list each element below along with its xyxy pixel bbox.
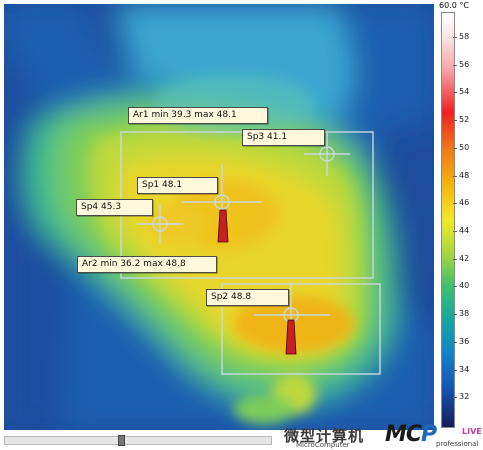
scale-tick: 52 <box>452 115 470 124</box>
watermark-professional: professional <box>436 440 479 448</box>
watermark-logo-b: P <box>421 422 437 447</box>
scale-tick: 58 <box>452 32 470 41</box>
scrollbar-thumb[interactable] <box>118 435 125 446</box>
scale-tick: 36 <box>452 337 470 346</box>
scale-tick: 46 <box>452 198 470 207</box>
watermark-english-title: MicroComputer <box>296 441 350 449</box>
scale-tick: 48 <box>452 171 470 180</box>
watermark-logo: MCP <box>385 422 437 447</box>
color-scale-bar <box>441 12 455 428</box>
spot-label-sp3[interactable]: Sp3 41.1 <box>242 129 325 146</box>
scale-tick: 50 <box>452 143 470 152</box>
thermal-heatmap <box>4 4 434 430</box>
hotspot-pointer-sp1 <box>217 209 229 243</box>
scale-max-label: 60.0 °C <box>439 1 469 10</box>
scale-tick: 34 <box>452 365 470 374</box>
publisher-watermark: 微型计算机 MicroComputer MCP professional LIV… <box>284 422 482 449</box>
scale-tick: 44 <box>452 226 470 235</box>
temperature-scale: 60.0 °C 58 56 54 52 50 48 46 44 42 40 38… <box>439 0 483 432</box>
scale-tick: 40 <box>452 281 470 290</box>
watermark-logo-a: MC <box>385 422 422 447</box>
spot-label-sp2[interactable]: Sp2 48.8 <box>206 289 289 306</box>
watermark-live: LIVE <box>462 427 482 436</box>
hotspot-pointer-sp2 <box>285 319 297 355</box>
scale-tick: 32 <box>452 392 470 401</box>
scale-tick: 56 <box>452 60 470 69</box>
scale-tick: 42 <box>452 254 470 263</box>
horizontal-scrollbar[interactable] <box>4 435 272 446</box>
thermal-image <box>4 4 434 430</box>
area-label-ar1[interactable]: Ar1 min 39.3 max 48.1 <box>128 107 268 124</box>
area-label-ar2[interactable]: Ar2 min 36.2 max 48.8 <box>77 256 217 273</box>
scale-tick: 38 <box>452 309 470 318</box>
spot-label-sp4[interactable]: Sp4 45.3 <box>76 199 153 216</box>
scale-tick: 54 <box>452 87 470 96</box>
spot-label-sp1[interactable]: Sp1 48.1 <box>137 177 218 194</box>
